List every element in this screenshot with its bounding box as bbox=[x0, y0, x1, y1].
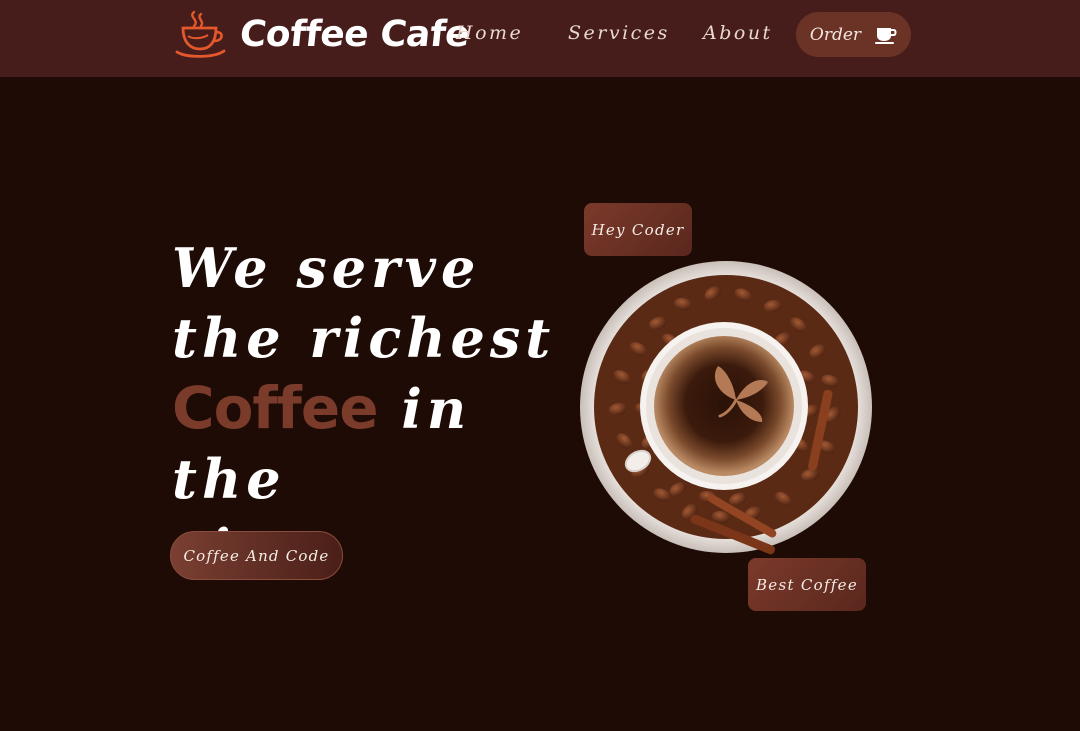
coffee-cup-logo-icon bbox=[175, 10, 226, 58]
hero-accent-word: Coffee bbox=[172, 374, 379, 442]
nav-link-about[interactable]: About bbox=[703, 22, 773, 44]
best-coffee-badge: Best Coffee bbox=[748, 558, 866, 611]
hero-line-2: the richest bbox=[172, 306, 556, 370]
hero-line-1: We serve bbox=[172, 236, 481, 300]
brand-name: Coffee Cafe bbox=[237, 13, 472, 55]
order-button-label: Order bbox=[809, 24, 862, 45]
order-button[interactable]: Order bbox=[796, 12, 911, 57]
navbar: Coffee Cafe Home Services About Order bbox=[0, 0, 1080, 77]
nav-link-home[interactable]: Home bbox=[456, 22, 523, 44]
nav-link-services[interactable]: Services bbox=[568, 22, 670, 44]
hey-coder-badge: Hey Coder bbox=[584, 203, 692, 256]
brand-logo[interactable]: Coffee Cafe bbox=[174, 8, 472, 60]
coffee-cup-icon bbox=[875, 27, 897, 44]
coffee-cup-with-beans-image bbox=[580, 261, 872, 555]
coffee-and-code-button[interactable]: Coffee And Code bbox=[170, 531, 343, 580]
